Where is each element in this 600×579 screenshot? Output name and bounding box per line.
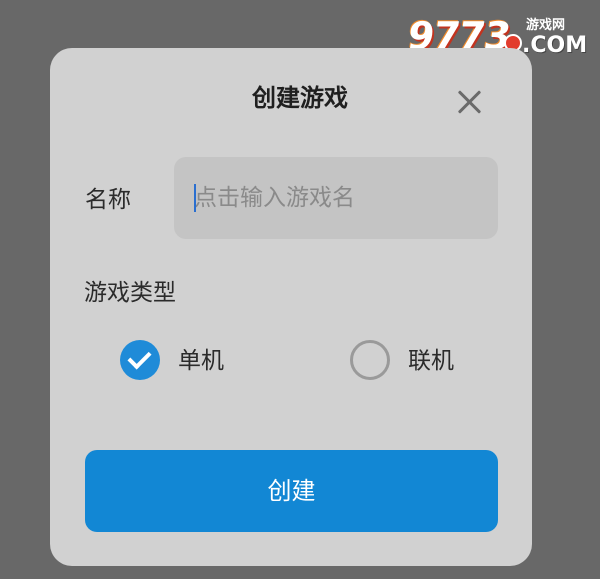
radio-multiplayer[interactable] — [350, 340, 390, 380]
watermark-com-text: .COM — [522, 33, 588, 58]
game-name-input[interactable] — [174, 157, 498, 239]
watermark-cn-text: 游戏网 — [526, 18, 566, 33]
name-label: 名称 — [85, 187, 131, 213]
create-button[interactable]: 创建 — [85, 450, 498, 532]
dialog-title: 创建游戏 — [252, 84, 348, 112]
text-caret — [194, 184, 196, 212]
radio-single-player[interactable] — [120, 340, 160, 380]
radio-label-single-player[interactable]: 单机 — [178, 346, 224, 376]
game-type-label: 游戏类型 — [84, 280, 176, 306]
radio-label-multiplayer[interactable]: 联机 — [408, 346, 454, 376]
checkmark-icon — [127, 345, 152, 370]
close-icon[interactable] — [456, 88, 484, 116]
